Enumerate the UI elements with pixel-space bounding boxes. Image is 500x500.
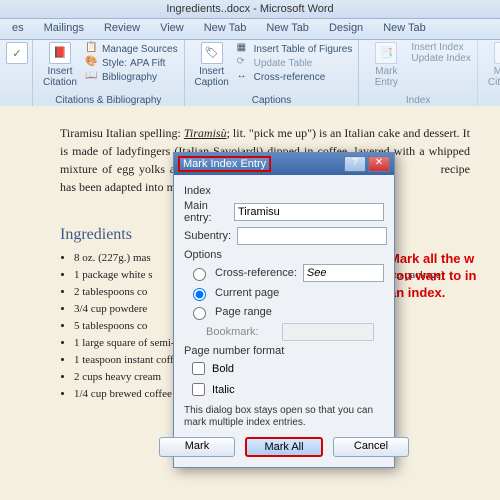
group-index: 📑 Mark Entry Insert Index Update Index I… xyxy=(359,40,478,108)
tab-new3[interactable]: New Tab xyxy=(373,19,436,39)
close-button[interactable]: ✕ xyxy=(368,156,390,172)
main-entry-input[interactable] xyxy=(234,203,384,221)
group-label-citations: Citations & Bibliography xyxy=(39,95,178,106)
tab-new2[interactable]: New Tab xyxy=(256,19,319,39)
insert-caption-button[interactable]: 🏷 Insert Caption xyxy=(191,42,233,88)
dialog-title: Mark Index Entry xyxy=(178,156,271,172)
page-range-label: Page range xyxy=(215,306,272,318)
tab-design[interactable]: Design xyxy=(319,19,373,39)
insert-citation-button[interactable]: 📕 Insert Citation xyxy=(39,42,81,88)
book-icon: 📖 xyxy=(85,70,99,84)
section-options: Options xyxy=(184,249,384,261)
ribbon-tabs: es Mailings Review View New Tab New Tab … xyxy=(0,19,500,40)
window-title: Ingredients..docx - Microsoft Word xyxy=(0,0,500,19)
manage-sources-button[interactable]: 📋Manage Sources xyxy=(85,42,178,56)
current-page-radio[interactable] xyxy=(193,288,206,301)
dialog-hint: This dialog box stays open so that you c… xyxy=(184,405,384,429)
update-table-button[interactable]: ⟳Update Table xyxy=(237,56,353,70)
group-partial-left: ✓ xyxy=(0,40,33,108)
caption-icon: 🏷 xyxy=(201,42,223,64)
mark-entry-button[interactable]: 📑 Mark Entry xyxy=(365,42,407,88)
table-icon: ▦ xyxy=(237,42,251,56)
insert-index-button[interactable]: Insert Index xyxy=(411,42,471,53)
main-entry-label: Main entry: xyxy=(184,200,228,224)
tab-review[interactable]: Review xyxy=(94,19,150,39)
group-toa: ⚖ Mark Citation Update Table of A xyxy=(478,40,500,108)
cancel-button[interactable]: Cancel xyxy=(333,437,409,457)
cross-reference-radio[interactable] xyxy=(193,268,206,281)
mark-index-entry-dialog: Mark Index Entry ? ✕ Index Main entry: S… xyxy=(173,152,395,468)
tab-view[interactable]: View xyxy=(150,19,194,39)
cross-reference-label: Cross-reference: xyxy=(215,267,297,279)
group-citations: 📕 Insert Citation 📋Manage Sources 🎨Style… xyxy=(33,40,185,108)
update-index-button[interactable]: Update Index xyxy=(411,53,471,64)
group-label-index: Index xyxy=(365,95,471,106)
bold-checkbox[interactable] xyxy=(192,362,205,375)
list-icon: 📋 xyxy=(85,42,99,56)
gavel-icon: ⚖ xyxy=(494,42,500,64)
cross-reference-button[interactable]: ↔Cross-reference xyxy=(237,70,353,84)
index-icon: 📑 xyxy=(375,42,397,64)
section-page-number-format: Page number format xyxy=(184,345,384,357)
checkmark-icon[interactable]: ✓ xyxy=(6,42,28,64)
tab-new1[interactable]: New Tab xyxy=(194,19,257,39)
current-page-label: Current page xyxy=(215,287,279,299)
book-icon: 📕 xyxy=(49,42,71,64)
group-label-toa: Table of A xyxy=(484,95,500,106)
bookmark-label: Bookmark: xyxy=(206,326,266,338)
refresh-icon: ⟳ xyxy=(237,56,251,70)
group-label-captions: Captions xyxy=(191,95,353,106)
cross-reference-input[interactable] xyxy=(303,264,384,282)
bibliography-button[interactable]: 📖Bibliography xyxy=(85,70,178,84)
mark-citation-button[interactable]: ⚖ Mark Citation xyxy=(484,42,500,88)
subentry-input[interactable] xyxy=(237,227,387,245)
bold-label: Bold xyxy=(212,363,234,375)
dialog-titlebar[interactable]: Mark Index Entry ? ✕ xyxy=(174,153,394,175)
tab-references-partial[interactable]: es xyxy=(2,19,34,39)
italic-checkbox[interactable] xyxy=(192,383,205,396)
annotation-callout: Mark all the wyou want to inan index. xyxy=(389,250,494,301)
style-icon: 🎨 xyxy=(85,56,99,70)
insert-tof-button[interactable]: ▦Insert Table of Figures xyxy=(237,42,353,56)
ribbon: ✓ 📕 Insert Citation 📋Manage Sources 🎨Sty… xyxy=(0,40,500,109)
help-button[interactable]: ? xyxy=(344,156,366,172)
subentry-label: Subentry: xyxy=(184,230,231,242)
bookmark-select xyxy=(282,323,374,341)
group-captions: 🏷 Insert Caption ▦Insert Table of Figure… xyxy=(185,40,360,108)
tab-mailings[interactable]: Mailings xyxy=(34,19,94,39)
citation-style-combo[interactable]: 🎨Style: APA Fift xyxy=(85,56,178,70)
mark-all-button[interactable]: Mark All xyxy=(245,437,323,457)
italic-label: Italic xyxy=(212,384,235,396)
page-range-radio[interactable] xyxy=(193,307,206,320)
section-index: Index xyxy=(184,185,384,197)
link-icon: ↔ xyxy=(237,70,251,84)
mark-button[interactable]: Mark xyxy=(159,437,235,457)
